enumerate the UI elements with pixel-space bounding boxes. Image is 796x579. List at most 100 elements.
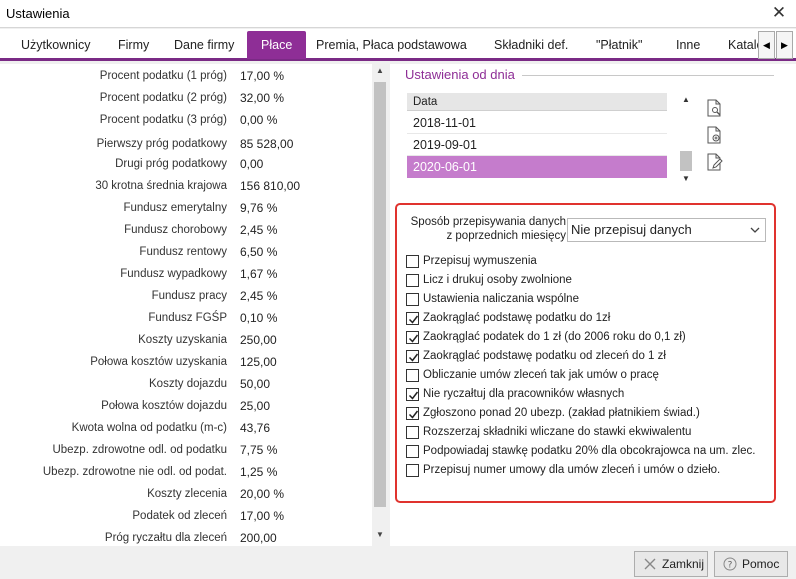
scroll-thumb[interactable]	[680, 151, 692, 171]
param-value[interactable]: 17,00 %	[240, 69, 284, 83]
window-title: Ustawienia	[6, 6, 70, 21]
param-value[interactable]: 25,00	[240, 399, 270, 413]
document-search-icon[interactable]	[707, 99, 723, 117]
checkbox-checked[interactable]	[406, 312, 419, 325]
param-value[interactable]: 6,50 %	[240, 245, 277, 259]
checkmark-icon	[408, 334, 419, 343]
document-add-icon[interactable]	[707, 126, 723, 144]
param-row: Fundusz wypadkowy 1,67 %	[0, 266, 360, 284]
scroll-up-icon[interactable]: ▲	[372, 64, 388, 78]
scroll-down-icon[interactable]: ▼	[679, 172, 693, 185]
checkbox-checked[interactable]	[406, 331, 419, 344]
option-checkbox[interactable]: Przepisuj numer umowy dla umów zleceń i …	[406, 462, 766, 480]
param-row: 30 krotna średnia krajowa 156 810,00	[0, 178, 360, 196]
tab-bar: Użytkownicy Firmy Dane firmy Płace Premi…	[0, 29, 796, 61]
scroll-thumb[interactable]	[374, 82, 386, 507]
param-value[interactable]: 85 528,00	[240, 137, 293, 151]
param-row: Połowa kosztów uzyskania 125,00	[0, 354, 360, 372]
checkbox[interactable]	[406, 464, 419, 477]
param-value[interactable]: 1,25 %	[240, 465, 277, 479]
chevron-right-icon[interactable]: ▶	[776, 31, 793, 59]
param-label: Ubezp. zdrowotne nie odl. od podat.	[42, 466, 227, 478]
option-label: Podpowiadaj stawkę podatku 20% dla obcok…	[423, 445, 756, 457]
param-value[interactable]: 2,45 %	[240, 289, 277, 303]
dates-scrollbar[interactable]: ▲ ▼	[679, 93, 693, 185]
option-checkbox[interactable]: Zaokrąglać podstawę podatku do 1zł	[406, 310, 766, 328]
button-bar: Zamknij ? Pomoc	[0, 546, 796, 579]
checkbox[interactable]	[406, 274, 419, 287]
checkbox[interactable]	[406, 255, 419, 268]
param-value[interactable]: 7,75 %	[240, 443, 277, 457]
scroll-down-icon[interactable]: ▼	[372, 528, 388, 542]
grid-row-date-selected[interactable]: 2020-06-01	[407, 156, 667, 178]
param-value[interactable]: 20,00 %	[240, 487, 284, 501]
checkbox[interactable]	[406, 293, 419, 306]
option-checkbox[interactable]: Przepisuj wymuszenia	[406, 253, 766, 271]
param-value[interactable]: 32,00 %	[240, 91, 284, 105]
param-value[interactable]: 9,76 %	[240, 201, 277, 215]
param-value[interactable]: 0,00	[240, 157, 263, 171]
param-value[interactable]: 250,00	[240, 333, 277, 347]
parameters-scrollbar[interactable]: ▲ ▼	[372, 64, 388, 546]
checkmark-icon	[408, 410, 419, 419]
tab-bonus[interactable]: Premia, Płaca podstawowa	[316, 31, 467, 59]
option-checkbox[interactable]: Nie ryczałtuj dla pracowników własnych	[406, 386, 766, 404]
scroll-up-icon[interactable]: ▲	[679, 93, 693, 106]
help-button[interactable]: ? Pomoc	[714, 551, 788, 577]
tab-platnik[interactable]: "Płatnik"	[596, 31, 642, 59]
dates-grid: Data 2018-11-01 2019-09-01 2020-06-01	[407, 93, 667, 179]
param-label: Fundusz rentowy	[139, 246, 227, 258]
close-button[interactable]: Zamknij	[634, 551, 708, 577]
option-label: Obliczanie umów zleceń tak jak umów o pr…	[423, 369, 659, 381]
checkbox[interactable]	[406, 445, 419, 458]
checkbox-checked[interactable]	[406, 388, 419, 401]
param-value[interactable]: 50,00	[240, 377, 270, 391]
tab-firms[interactable]: Firmy	[118, 31, 149, 59]
tab-payroll[interactable]: Płace	[247, 31, 307, 59]
close-icon[interactable]: ✕	[768, 3, 790, 23]
param-value[interactable]: 17,00 %	[240, 509, 284, 523]
option-checkbox[interactable]: Zaokrąglać podatek do 1 zł (do 2006 roku…	[406, 329, 766, 347]
copy-mode-label: Sposób przepisywania danych z poprzednic…	[410, 216, 566, 242]
param-value[interactable]: 0,00 %	[240, 113, 277, 127]
option-checkbox[interactable]: Zgłoszono ponad 20 ubezp. (zakład płatni…	[406, 405, 766, 423]
option-checkbox[interactable]: Ustawienia naliczania wspólne	[406, 291, 766, 309]
grid-row-date[interactable]: 2019-09-01	[407, 134, 667, 156]
tab-components[interactable]: Składniki def.	[494, 31, 568, 59]
tab-users[interactable]: Użytkownicy	[21, 31, 90, 59]
option-checkbox[interactable]: Obliczanie umów zleceń tak jak umów o pr…	[406, 367, 766, 385]
option-checkbox[interactable]: Licz i drukuj osoby zwolnione	[406, 272, 766, 290]
copy-mode-select[interactable]: Nie przepisuj danych	[567, 218, 766, 242]
param-row: Kwota wolna od podatku (m-c) 43,76	[0, 420, 360, 438]
option-label: Zaokrąglać podatek do 1 zł (do 2006 roku…	[423, 331, 686, 343]
param-row: Fundusz FGŚP 0,10 %	[0, 310, 360, 328]
param-label: Podatek od zleceń	[132, 510, 227, 522]
checkbox-checked[interactable]	[406, 350, 419, 363]
option-label: Przepisuj wymuszenia	[423, 255, 537, 267]
param-value[interactable]: 200,00	[240, 531, 277, 545]
option-checkbox[interactable]: Rozszerzaj składniki wliczane do stawki …	[406, 424, 766, 442]
param-value[interactable]: 43,76	[240, 421, 270, 435]
checkbox[interactable]	[406, 369, 419, 382]
checkbox-checked[interactable]	[406, 407, 419, 420]
param-row: Ubezp. zdrowotne nie odl. od podat. 1,25 …	[0, 464, 360, 482]
param-value[interactable]: 156 810,00	[240, 179, 300, 193]
option-checkbox[interactable]: Podpowiadaj stawkę podatku 20% dla obcok…	[406, 443, 766, 461]
param-row: Fundusz rentowy 6,50 %	[0, 244, 360, 262]
param-value[interactable]: 1,67 %	[240, 267, 277, 281]
checkmark-icon	[408, 391, 419, 400]
title-bar: Ustawienia ✕	[0, 0, 796, 28]
checkbox[interactable]	[406, 426, 419, 439]
param-value[interactable]: 0,10 %	[240, 311, 277, 325]
grid-row-date[interactable]: 2018-11-01	[407, 112, 667, 134]
option-checkbox[interactable]: Zaokrąglać podstawę podatku od zleceń do…	[406, 348, 766, 366]
tab-company-data[interactable]: Dane firmy	[174, 31, 234, 59]
chevron-left-icon[interactable]: ◀	[758, 31, 775, 59]
tab-other[interactable]: Inne	[676, 31, 700, 59]
param-value[interactable]: 2,45 %	[240, 223, 277, 237]
param-label: Procent podatku (3 próg)	[99, 114, 227, 126]
param-label: Pierwszy próg podatkowy	[96, 138, 227, 150]
grid-header-date[interactable]: Data	[407, 93, 667, 111]
document-edit-icon[interactable]	[707, 153, 723, 171]
param-value[interactable]: 125,00	[240, 355, 277, 369]
